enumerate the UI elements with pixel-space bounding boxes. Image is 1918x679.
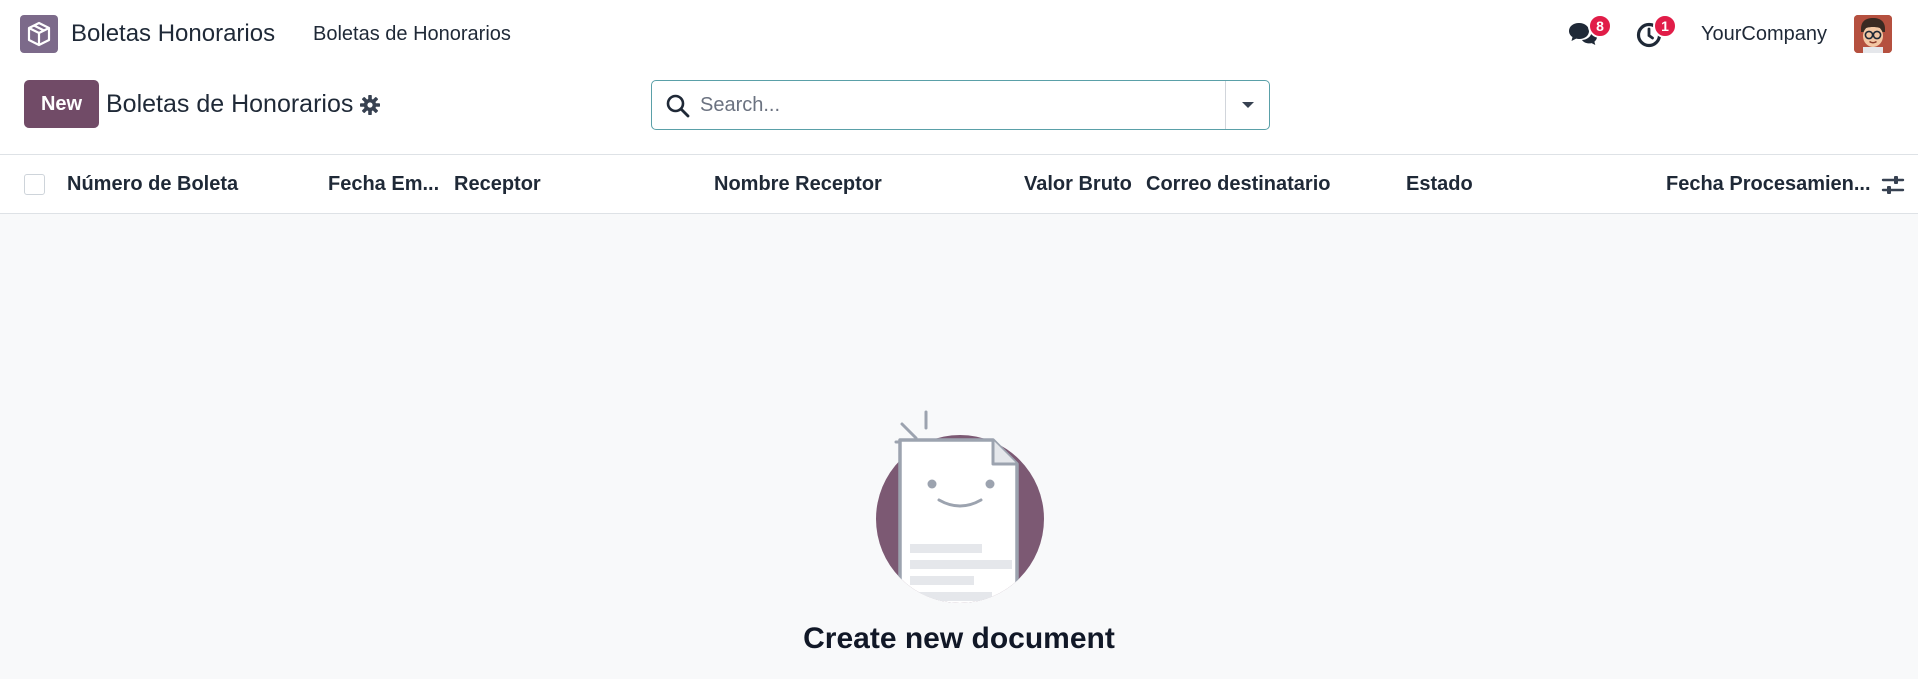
app-box-icon[interactable] xyxy=(20,15,58,53)
column-fecha-procesamiento[interactable]: Fecha Procesamien... xyxy=(1666,173,1871,196)
activities-badge: 1 xyxy=(1653,14,1677,38)
column-fecha-emision[interactable]: Fecha Em... xyxy=(328,173,439,196)
activities-button[interactable]: 1 xyxy=(1636,14,1677,49)
company-switcher[interactable]: YourCompany xyxy=(1701,23,1827,46)
list-content: Create new document xyxy=(0,214,1918,679)
column-correo-destinatario[interactable]: Correo destinatario xyxy=(1146,173,1330,196)
app-name[interactable]: Boletas Honorarios xyxy=(71,20,275,48)
caret-down-icon xyxy=(1241,102,1254,108)
main-navbar: Boletas Honorarios Boletas de Honorarios… xyxy=(0,0,1918,68)
column-valor-bruto[interactable]: Valor Bruto xyxy=(1024,173,1132,196)
search-input[interactable] xyxy=(700,89,1200,121)
sliders-icon[interactable] xyxy=(1881,174,1905,196)
messages-badge: 8 xyxy=(1588,14,1612,38)
gear-icon[interactable] xyxy=(359,94,381,116)
column-nombre-receptor[interactable]: Nombre Receptor xyxy=(714,173,882,196)
list-header: Número de Boleta Fecha Em... Receptor No… xyxy=(0,154,1918,214)
select-all-checkbox[interactable] xyxy=(24,174,45,195)
document-smiley-icon xyxy=(876,410,1044,603)
messages-button[interactable]: 8 xyxy=(1568,14,1612,48)
page-title: Boletas de Honorarios xyxy=(106,90,354,118)
search-options-toggle[interactable] xyxy=(1225,81,1269,129)
nav-menu-boletas[interactable]: Boletas de Honorarios xyxy=(313,23,511,46)
control-panel: New Boletas de Honorarios xyxy=(0,68,1918,154)
empty-state-title: Create new document xyxy=(803,622,1115,655)
search-bar xyxy=(651,80,1270,130)
column-estado[interactable]: Estado xyxy=(1406,173,1473,196)
new-button[interactable]: New xyxy=(24,80,99,128)
user-avatar[interactable] xyxy=(1854,15,1892,53)
search-icon xyxy=(666,94,690,118)
column-receptor[interactable]: Receptor xyxy=(454,173,541,196)
column-numero-boleta[interactable]: Número de Boleta xyxy=(67,173,238,196)
